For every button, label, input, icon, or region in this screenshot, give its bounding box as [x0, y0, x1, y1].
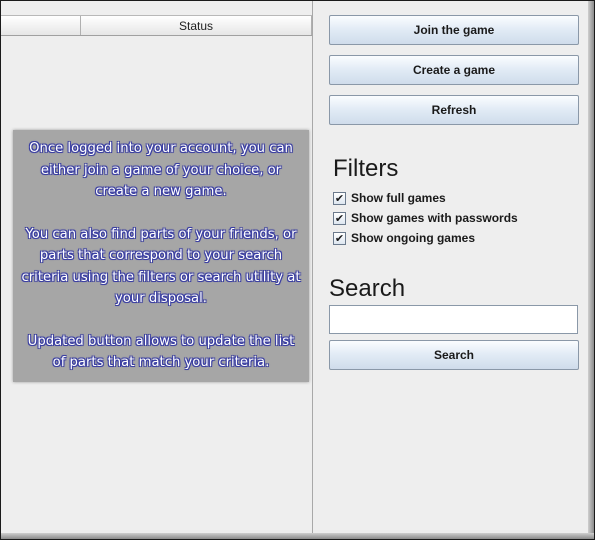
search-heading: Search	[329, 275, 406, 302]
check-mark-icon[interactable]: ✔	[333, 191, 346, 205]
filters-heading: Filters	[333, 155, 399, 182]
games-table-header: Status	[1, 15, 312, 36]
window-shadow-right	[588, 1, 594, 539]
filter-show-ongoing-games[interactable]: ✔ Show ongoing games	[333, 230, 475, 246]
games-table-panel: Status Once logged into your account, yo…	[1, 1, 313, 539]
tutorial-paragraph-2: You can also find parts of your friends,…	[21, 226, 301, 307]
check-mark-icon[interactable]: ✔	[333, 231, 346, 245]
search-input[interactable]	[329, 305, 578, 334]
filter-show-games-with-passwords[interactable]: ✔ Show games with passwords	[333, 210, 518, 226]
column-header-status[interactable]: Status	[81, 16, 312, 35]
filter-show-full-games[interactable]: ✔ Show full games	[333, 190, 446, 206]
column-header-name[interactable]	[1, 16, 81, 35]
search-button[interactable]: Search	[329, 340, 579, 370]
game-lobby-window: Status Once logged into your account, yo…	[0, 0, 595, 540]
join-game-button[interactable]: Join the game	[329, 15, 579, 45]
window-shadow-bottom	[1, 533, 594, 539]
refresh-button[interactable]: Refresh	[329, 95, 579, 125]
create-game-button[interactable]: Create a game	[329, 55, 579, 85]
check-mark-icon[interactable]: ✔	[333, 211, 346, 225]
filter-label: Show games with passwords	[351, 211, 518, 225]
controls-panel: Join the game Create a game Refresh Filt…	[313, 1, 594, 539]
tutorial-paragraph-3: Updated button allows to update the list…	[27, 333, 295, 371]
filter-label: Show full games	[351, 191, 446, 205]
tutorial-overlay: Once logged into your account, you can e…	[13, 130, 309, 382]
tutorial-paragraph-1: Once logged into your account, you can e…	[29, 141, 293, 200]
filter-label: Show ongoing games	[351, 231, 476, 245]
